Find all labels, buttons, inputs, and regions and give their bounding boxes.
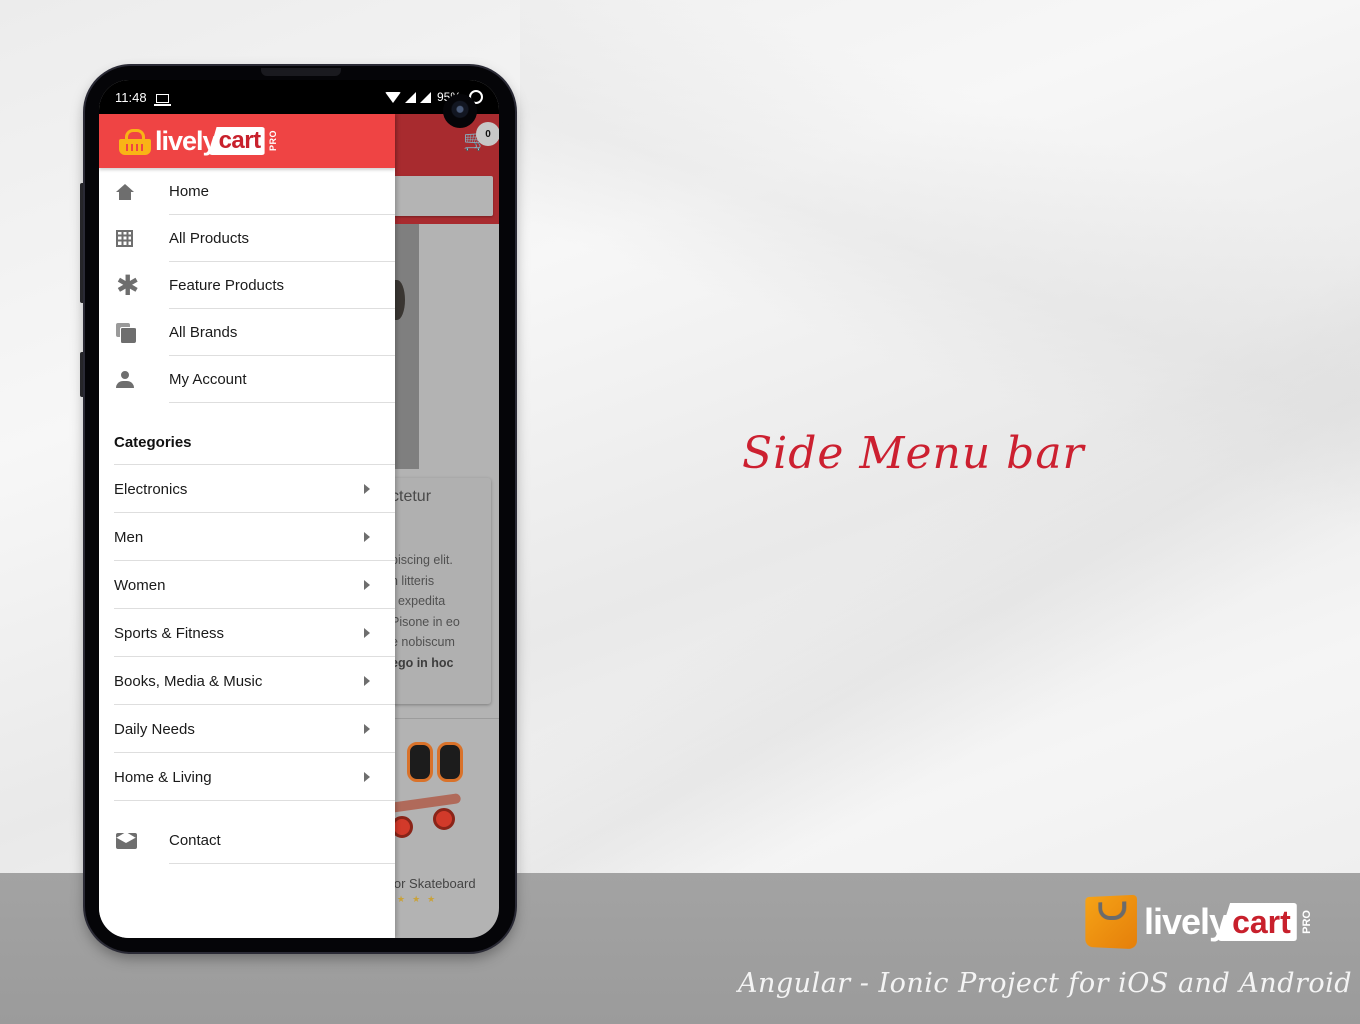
grid-icon xyxy=(116,230,133,247)
caret-right-icon xyxy=(364,580,370,590)
menu-item-label: Contact xyxy=(169,832,221,849)
menu-item-label: All Brands xyxy=(169,324,238,341)
category-item-home-living[interactable]: Home & Living xyxy=(99,753,395,801)
category-label: Home & Living xyxy=(114,768,212,786)
menu-item-label: Home xyxy=(169,183,210,200)
caret-right-icon xyxy=(364,772,370,782)
category-label: Men xyxy=(114,528,144,546)
logo-text-lively: lively xyxy=(155,125,218,156)
knee-pad-shape xyxy=(437,742,463,782)
home-icon xyxy=(116,183,134,200)
menu-item-label: All Products xyxy=(169,230,250,247)
knee-pad-shape xyxy=(407,742,433,782)
card-line: t expedita xyxy=(391,594,446,608)
menu-item-my-account[interactable]: My Account xyxy=(99,356,395,403)
category-item-electronics[interactable]: Electronics xyxy=(99,465,395,513)
category-label: Sports & Fitness xyxy=(114,624,225,642)
product-name[interactable]: ior Skateboard xyxy=(391,876,476,891)
card-line: Pisone in eo xyxy=(391,614,460,629)
category-label: Electronics xyxy=(114,480,188,498)
categories-list: Electronics Men Women Sports & Fitness B… xyxy=(99,465,395,801)
category-item-books-media-music[interactable]: Books, Media & Music xyxy=(99,657,395,705)
mail-open-icon xyxy=(116,831,137,849)
category-item-daily-needs[interactable]: Daily Needs xyxy=(99,705,395,753)
signal-icon xyxy=(404,91,416,103)
shopping-bag-logo-icon xyxy=(1085,894,1137,950)
footer-logo: lively cart PRO xyxy=(1084,894,1313,950)
person-icon xyxy=(116,370,134,389)
category-item-sports-fitness[interactable]: Sports & Fitness xyxy=(99,609,395,657)
contact-menu: Contact xyxy=(99,817,395,864)
menu-item-home[interactable]: Home xyxy=(99,168,395,215)
wifi-icon xyxy=(384,91,401,103)
status-time: 11:48 xyxy=(115,89,147,105)
basket-logo-icon xyxy=(119,129,151,155)
brands-icon xyxy=(116,323,136,343)
laptop-icon xyxy=(153,93,171,106)
caret-right-icon xyxy=(364,484,370,494)
side-menu-drawer: lively cart PRO Home All Products ✱ Feat… xyxy=(99,114,395,938)
menu-item-feature-products[interactable]: ✱ Feature Products xyxy=(99,262,395,309)
caret-right-icon xyxy=(364,676,370,686)
category-label: Books, Media & Music xyxy=(114,672,263,690)
rating-stars: ★★★ xyxy=(397,894,443,904)
drawer-header: lively cart PRO xyxy=(99,114,395,168)
caret-right-icon xyxy=(364,628,370,638)
front-camera xyxy=(443,94,477,128)
footer-logo-lively: lively xyxy=(1144,901,1229,942)
menu-item-contact[interactable]: Contact xyxy=(99,817,395,864)
main-menu: Home All Products ✱ Feature Products All… xyxy=(99,168,395,403)
footer-tagline: Angular - Ionic Project for iOS and Andr… xyxy=(738,968,1353,999)
category-label: Women xyxy=(114,576,166,594)
skateboard-product-image[interactable] xyxy=(388,736,463,851)
card-line: n litteris xyxy=(391,573,435,588)
category-item-men[interactable]: Men xyxy=(99,513,395,561)
menu-item-label: My Account xyxy=(169,371,247,388)
card-line-bold: ego in hoc xyxy=(391,655,454,670)
phone-frame: 11:48 95% 🛒 0 ctetur piscing elit. xyxy=(85,66,515,952)
menu-item-all-brands[interactable]: All Brands xyxy=(99,309,395,356)
signal-icon xyxy=(419,91,431,103)
wheel-shape xyxy=(433,808,455,830)
categories-heading: Categories xyxy=(99,403,395,465)
menu-item-all-products[interactable]: All Products xyxy=(99,215,395,262)
logo-text-pro: PRO xyxy=(267,130,278,152)
footer-logo-cart: cart xyxy=(1218,903,1297,941)
status-bar: 11:48 95% xyxy=(99,80,499,114)
category-item-women[interactable]: Women xyxy=(99,561,395,609)
category-label: Daily Needs xyxy=(114,720,195,738)
phone-speaker xyxy=(261,68,341,76)
caret-right-icon xyxy=(364,532,370,542)
cart-badge: 0 xyxy=(476,122,499,146)
phone-screen: 11:48 95% 🛒 0 ctetur piscing elit. xyxy=(99,80,499,938)
caption-title: Side Menu bar xyxy=(742,428,1085,479)
logo-text-cart: cart xyxy=(208,127,265,155)
card-description: piscing elit. n litteris t expedita Piso… xyxy=(391,550,460,673)
card-title: ctetur xyxy=(391,488,432,505)
asterisk-icon: ✱ xyxy=(116,268,140,302)
card-line: piscing elit. xyxy=(391,553,453,567)
caret-right-icon xyxy=(364,724,370,734)
menu-item-label: Feature Products xyxy=(169,277,285,294)
card-line: e nobiscum xyxy=(391,635,455,649)
footer-logo-pro: PRO xyxy=(1300,910,1313,934)
